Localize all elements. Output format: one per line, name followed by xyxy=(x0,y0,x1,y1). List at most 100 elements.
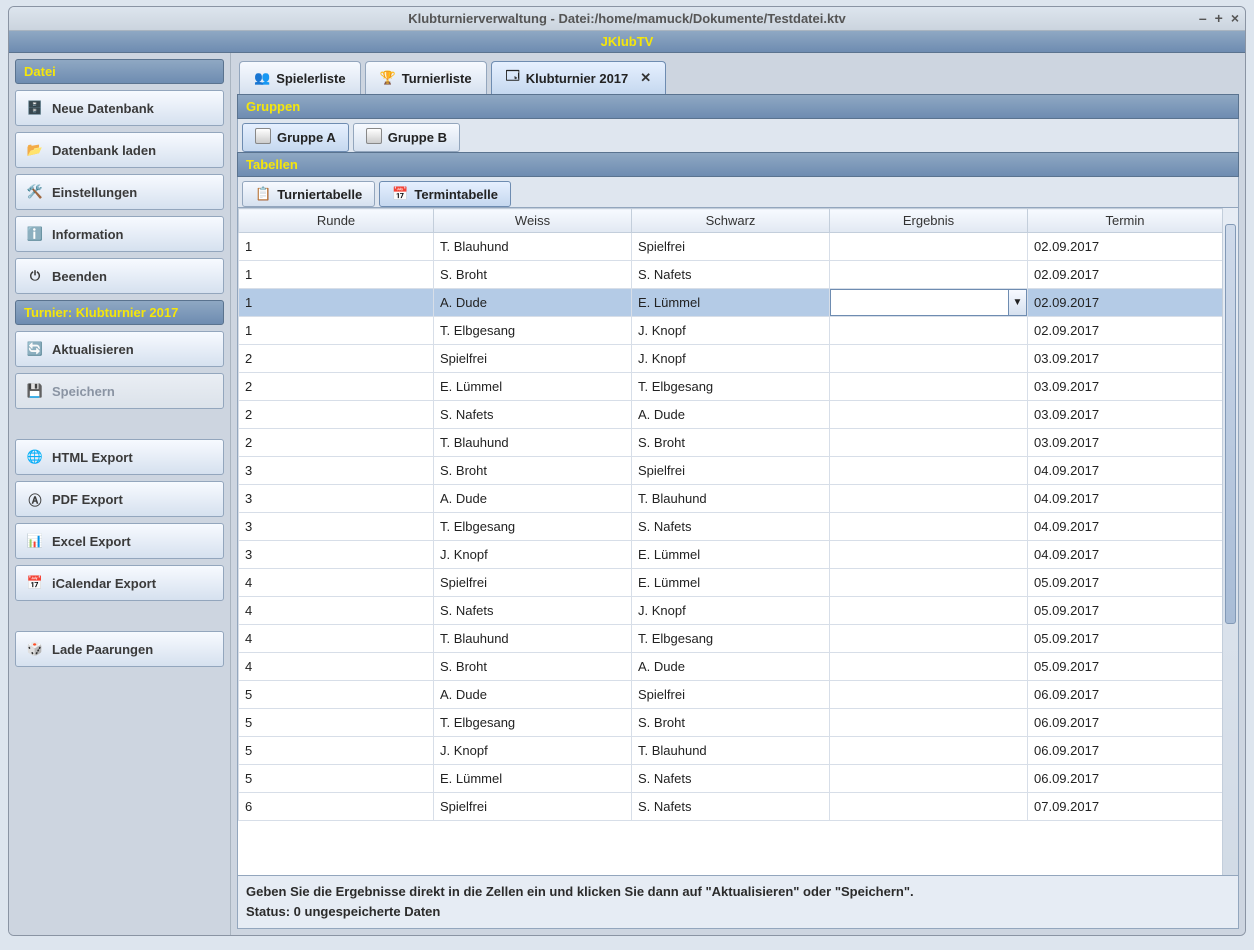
cell-schwarz[interactable]: S. Nafets xyxy=(632,765,830,793)
cell-weiss[interactable]: S. Broht xyxy=(434,653,632,681)
cell-schwarz[interactable]: Spielfrei xyxy=(632,233,830,261)
cell-runde[interactable]: 1 xyxy=(239,289,434,317)
cell-runde[interactable]: 1 xyxy=(239,317,434,345)
cell-runde[interactable]: 4 xyxy=(239,569,434,597)
cell-weiss[interactable]: Spielfrei xyxy=(434,793,632,821)
cell-runde[interactable]: 2 xyxy=(239,373,434,401)
cell-weiss[interactable]: S. Broht xyxy=(434,457,632,485)
maximize-icon[interactable]: + xyxy=(1215,10,1223,26)
cell-weiss[interactable]: S. Broht xyxy=(434,261,632,289)
cell-schwarz[interactable]: J. Knopf xyxy=(632,317,830,345)
cell-runde[interactable]: 5 xyxy=(239,737,434,765)
cell-runde[interactable]: 4 xyxy=(239,597,434,625)
cell-ergebnis[interactable] xyxy=(830,541,1028,569)
schedule-table[interactable]: Runde Weiss Schwarz Ergebnis Termin 1T. … xyxy=(238,208,1222,821)
cell-termin[interactable]: 03.09.2017 xyxy=(1028,401,1223,429)
cell-weiss[interactable]: S. Nafets xyxy=(434,597,632,625)
cell-schwarz[interactable]: S. Broht xyxy=(632,429,830,457)
refresh-button[interactable]: 🔄Aktualisieren xyxy=(15,331,224,367)
icalendar-export-button[interactable]: 📅iCalendar Export xyxy=(15,565,224,601)
tab-gruppe-b[interactable]: Gruppe B xyxy=(353,123,460,152)
col-schwarz[interactable]: Schwarz xyxy=(632,209,830,233)
cell-termin[interactable]: 04.09.2017 xyxy=(1028,485,1223,513)
cell-termin[interactable]: 06.09.2017 xyxy=(1028,681,1223,709)
tab-turniertabelle[interactable]: 📋Turniertabelle xyxy=(242,181,375,207)
cell-schwarz[interactable]: J. Knopf xyxy=(632,597,830,625)
cell-weiss[interactable]: Spielfrei xyxy=(434,569,632,597)
cell-ergebnis[interactable] xyxy=(830,429,1028,457)
cell-ergebnis[interactable] xyxy=(830,261,1028,289)
cell-termin[interactable]: 02.09.2017 xyxy=(1028,261,1223,289)
table-row[interactable]: 3T. ElbgesangS. Nafets04.09.2017 xyxy=(239,513,1223,541)
col-termin[interactable]: Termin xyxy=(1028,209,1223,233)
table-row[interactable]: 4T. BlauhundT. Elbgesang05.09.2017 xyxy=(239,625,1223,653)
cell-runde[interactable]: 5 xyxy=(239,709,434,737)
cell-weiss[interactable]: A. Dude xyxy=(434,681,632,709)
cell-ergebnis[interactable] xyxy=(830,625,1028,653)
table-row[interactable]: 2E. LümmelT. Elbgesang03.09.2017 xyxy=(239,373,1223,401)
cell-runde[interactable]: 3 xyxy=(239,485,434,513)
cell-schwarz[interactable]: T. Elbgesang xyxy=(632,373,830,401)
cell-ergebnis[interactable] xyxy=(830,681,1028,709)
cell-ergebnis[interactable] xyxy=(830,737,1028,765)
cell-schwarz[interactable]: T. Blauhund xyxy=(632,737,830,765)
cell-runde[interactable]: 3 xyxy=(239,513,434,541)
pdf-export-button[interactable]: ⒶPDF Export xyxy=(15,481,224,517)
cell-ergebnis[interactable] xyxy=(830,709,1028,737)
tab-close-icon[interactable]: ✕ xyxy=(640,70,651,86)
cell-weiss[interactable]: T. Elbgesang xyxy=(434,317,632,345)
cell-termin[interactable]: 06.09.2017 xyxy=(1028,709,1223,737)
close-icon[interactable]: × xyxy=(1231,10,1239,26)
table-row[interactable]: 4S. NafetsJ. Knopf 05.09.2017 xyxy=(239,597,1223,625)
cell-schwarz[interactable]: E. Lümmel xyxy=(632,541,830,569)
cell-schwarz[interactable]: S. Nafets xyxy=(632,793,830,821)
tab-termintabelle[interactable]: 📅Termintabelle xyxy=(379,181,511,207)
table-row[interactable]: 3A. DudeT. Blauhund 04.09.2017 xyxy=(239,485,1223,513)
cell-termin[interactable]: 05.09.2017 xyxy=(1028,653,1223,681)
table-row[interactable]: 4SpielfreiE. Lümmel 05.09.2017 xyxy=(239,569,1223,597)
cell-runde[interactable]: 4 xyxy=(239,625,434,653)
cell-runde[interactable]: 4 xyxy=(239,653,434,681)
table-row[interactable]: 1A. DudeE. Lümmel▼0 - 1½ - ½1 - 0- / ++ … xyxy=(239,289,1223,317)
cell-ergebnis[interactable] xyxy=(830,597,1028,625)
cell-schwarz[interactable]: S. Nafets xyxy=(632,261,830,289)
cell-runde[interactable]: 3 xyxy=(239,457,434,485)
table-row[interactable]: 5J. KnopfT. Blauhund06.09.2017 xyxy=(239,737,1223,765)
cell-schwarz[interactable]: E. Lümmel xyxy=(632,289,830,317)
scrollbar-thumb[interactable] xyxy=(1225,224,1236,624)
cell-termin[interactable]: 05.09.2017 xyxy=(1028,569,1223,597)
settings-button[interactable]: 🛠️Einstellungen xyxy=(15,174,224,210)
tab-gruppe-a[interactable]: Gruppe A xyxy=(242,123,349,152)
table-row[interactable]: 4S. BrohtA. Dude05.09.2017 xyxy=(239,653,1223,681)
cell-weiss[interactable]: Spielfrei xyxy=(434,345,632,373)
tab-spielerliste[interactable]: 👥Spielerliste xyxy=(239,61,361,94)
table-row[interactable]: 2SpielfreiJ. Knopf03.09.2017 xyxy=(239,345,1223,373)
table-row[interactable]: 3S. BrohtSpielfrei04.09.2017 xyxy=(239,457,1223,485)
cell-ergebnis[interactable] xyxy=(830,485,1028,513)
load-database-button[interactable]: 📂Datenbank laden xyxy=(15,132,224,168)
table-row[interactable]: 5A. DudeSpielfrei06.09.2017 xyxy=(239,681,1223,709)
cell-ergebnis[interactable] xyxy=(830,401,1028,429)
table-row[interactable]: 5E. LümmelS. Nafets06.09.2017 xyxy=(239,765,1223,793)
col-weiss[interactable]: Weiss xyxy=(434,209,632,233)
cell-runde[interactable]: 1 xyxy=(239,233,434,261)
cell-schwarz[interactable]: T. Blauhund xyxy=(632,485,830,513)
cell-weiss[interactable]: A. Dude xyxy=(434,485,632,513)
table-row[interactable]: 6SpielfreiS. Nafets07.09.2017 xyxy=(239,793,1223,821)
cell-termin[interactable]: 04.09.2017 xyxy=(1028,457,1223,485)
cell-termin[interactable]: 05.09.2017 xyxy=(1028,597,1223,625)
cell-weiss[interactable]: T. Blauhund xyxy=(434,233,632,261)
tab-klubturnier-2017[interactable]: 🗔Klubturnier 2017✕ xyxy=(491,61,667,94)
cell-schwarz[interactable]: E. Lümmel xyxy=(632,569,830,597)
cell-weiss[interactable]: J. Knopf xyxy=(434,737,632,765)
save-button[interactable]: 💾Speichern xyxy=(15,373,224,409)
cell-ergebnis[interactable] xyxy=(830,793,1028,821)
cell-ergebnis[interactable] xyxy=(830,569,1028,597)
new-database-button[interactable]: 🗄️Neue Datenbank xyxy=(15,90,224,126)
table-row[interactable]: 5T. ElbgesangS. Broht06.09.2017 xyxy=(239,709,1223,737)
cell-schwarz[interactable]: A. Dude xyxy=(632,401,830,429)
cell-schwarz[interactable]: J. Knopf xyxy=(632,345,830,373)
cell-weiss[interactable]: T. Blauhund xyxy=(434,429,632,457)
cell-runde[interactable]: 6 xyxy=(239,793,434,821)
cell-termin[interactable]: 03.09.2017 xyxy=(1028,429,1223,457)
